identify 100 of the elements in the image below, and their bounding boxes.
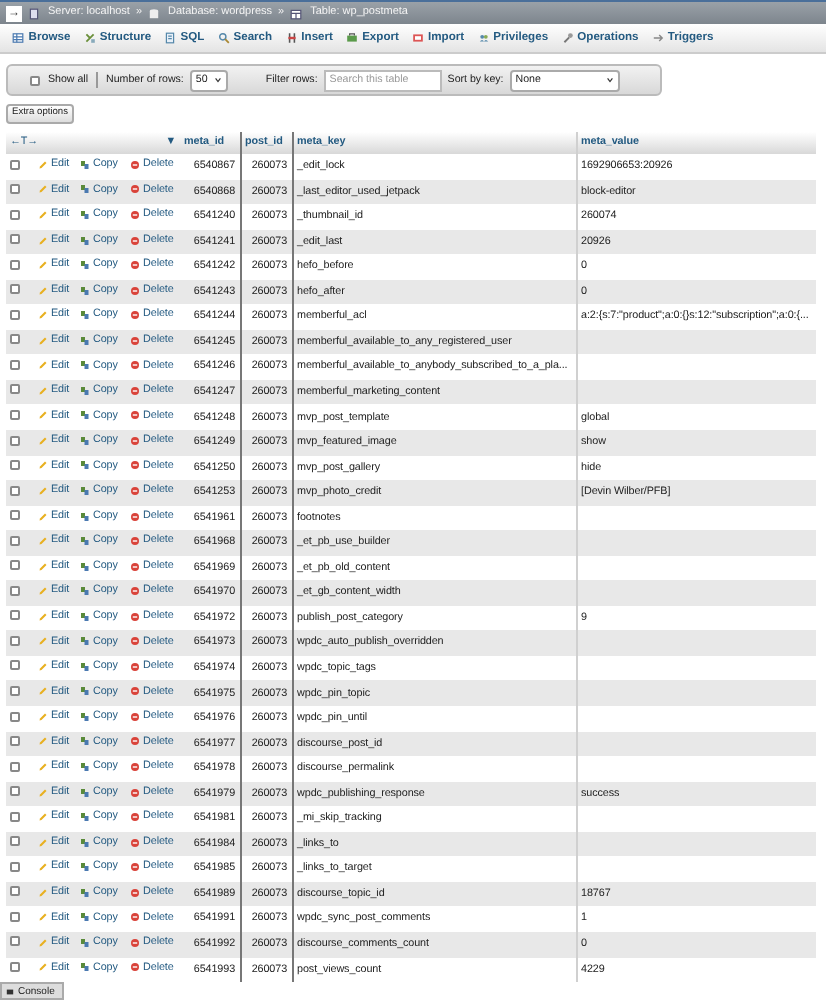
pencil-icon [38,209,48,220]
pencil-icon [38,736,48,747]
pencil-icon [38,511,48,522]
database-icon [148,7,161,19]
copy-icon [80,536,90,547]
copy-icon [80,460,90,471]
table-icon [290,7,303,19]
pencil-icon [38,235,48,246]
copy-icon [80,410,90,421]
delete-icon [130,736,141,747]
row-checkbox[interactable] [10,284,20,295]
caret-icon [605,76,614,84]
row-checkbox[interactable] [10,485,20,496]
pencil-icon [38,184,48,195]
pencil-icon [38,711,48,722]
import-icon [412,32,425,44]
row-checkbox[interactable] [10,435,20,446]
delete-icon [130,686,141,697]
pencil-icon [38,962,48,973]
copy-icon [80,661,90,672]
row-checkbox[interactable] [10,686,20,697]
row-checkbox[interactable] [10,334,20,345]
row-checkbox[interactable] [10,610,20,621]
copy-icon [80,736,90,747]
table-icon [12,32,25,44]
row-checkbox[interactable] [10,635,20,646]
row-checkbox[interactable] [10,259,20,270]
pencil-icon [38,385,48,396]
row-checkbox[interactable] [10,510,20,521]
pencil-icon [38,862,48,873]
pencil-icon [38,260,48,271]
pencil-icon [38,812,48,823]
server-icon [28,7,40,19]
row-checkbox[interactable] [10,736,20,747]
row-checkbox[interactable] [10,861,20,872]
row-checkbox[interactable] [10,911,20,922]
insert-icon [285,32,298,44]
row-checkbox[interactable] [10,711,20,722]
copy-icon [80,209,90,220]
search-icon [217,32,230,44]
row-checkbox[interactable] [10,886,20,897]
copy-icon [80,486,90,496]
row-checkbox[interactable] [10,535,20,546]
pencil-icon [38,912,48,923]
row-checkbox[interactable] [10,560,20,571]
copy-icon [80,561,90,572]
row-checkbox[interactable] [10,761,20,772]
delete-icon [130,837,141,848]
copy-icon [80,912,90,923]
copy-icon [80,159,90,170]
copy-icon [80,184,90,195]
row-checkbox[interactable] [10,836,20,847]
row-checkbox[interactable] [10,384,20,395]
pencil-icon [38,561,48,572]
document-icon [164,32,177,44]
wrench-icon [561,32,574,44]
copy-icon [80,812,90,823]
delete-icon [130,385,141,396]
delete-icon [130,586,141,597]
row-checkbox[interactable] [10,209,20,220]
row-checkbox[interactable] [10,184,20,195]
row-checkbox[interactable] [10,309,20,320]
delete-icon [130,435,141,446]
pencil-icon [38,762,48,773]
pencil-icon [38,435,48,446]
pencil-icon [38,661,48,672]
delete-icon [130,787,141,798]
copy-icon [80,360,90,371]
copy-icon [80,511,90,522]
row-checkbox[interactable] [10,936,20,947]
row-checkbox[interactable] [10,786,20,797]
row-checkbox[interactable] [10,159,20,170]
copy-icon [80,636,90,647]
row-checkbox[interactable] [10,234,20,245]
pencil-icon [38,460,48,471]
pencil-icon [38,335,48,346]
pencil-icon [38,887,48,898]
copy-icon [80,310,90,321]
copy-icon [80,962,90,973]
console-icon [6,987,14,995]
copy-icon [80,260,90,271]
row-checkbox[interactable] [10,359,20,370]
copy-icon [80,586,90,597]
copy-icon [80,385,90,396]
row-checkbox[interactable] [10,660,20,671]
copy-icon [80,335,90,346]
copy-icon [80,285,90,296]
pencil-icon [38,837,48,848]
row-checkbox[interactable] [10,811,20,822]
row-checkbox[interactable] [10,410,20,420]
row-checkbox[interactable] [10,585,20,596]
pencil-icon [38,410,48,421]
delete-icon [130,184,141,195]
pencil-icon [38,285,48,296]
delete-icon [130,486,141,496]
pencil-icon [38,586,48,597]
row-checkbox[interactable] [10,962,20,973]
delete-icon [130,285,141,296]
row-checkbox[interactable] [10,460,20,471]
delete-icon [130,887,141,898]
